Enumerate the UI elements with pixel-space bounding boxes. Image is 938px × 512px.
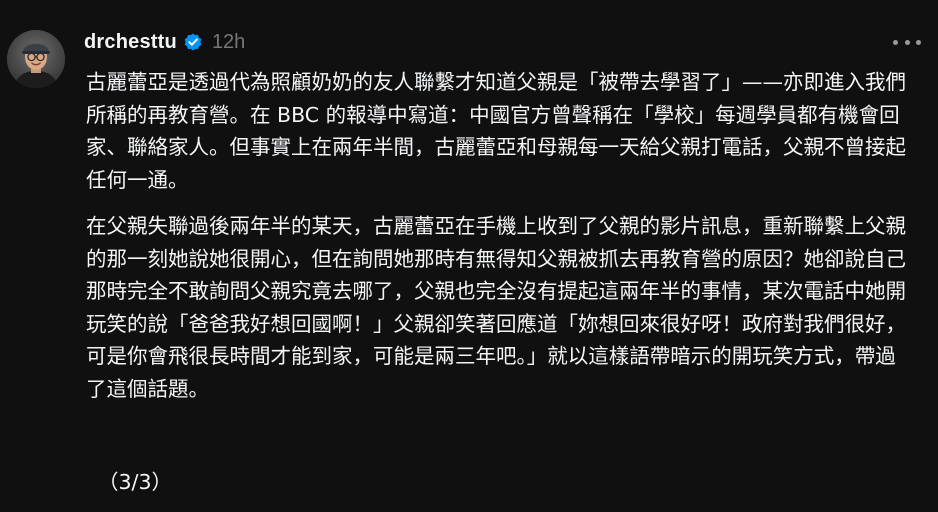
verified-badge-icon	[183, 32, 203, 52]
post-timestamp: 12h	[211, 30, 246, 53]
author-username[interactable]: drchesttu	[84, 31, 177, 54]
more-dot	[916, 39, 921, 45]
post-paragraph: 在父親失聯過後兩年半的某天，古麗蕾亞在手機上收到了父親的影片訊息，重新聯繫上父親…	[86, 214, 906, 401]
post-body: 古麗蕾亞是透過代為照顧奶奶的友人聯繫才知道父親是「被帶去學習了」——亦即進入我們…	[86, 66, 906, 419]
avatar[interactable]	[7, 30, 65, 88]
more-options-icon[interactable]	[893, 34, 921, 50]
avatar-image	[7, 30, 65, 88]
post-header: drchesttu 12h	[84, 28, 245, 56]
thread-post: drchesttu 12h 古麗蕾亞是透過代為照顧奶奶的友人聯繫才知道父親是「被…	[0, 0, 938, 512]
more-dot	[904, 39, 910, 45]
thread-page-indicator: （3/3）	[98, 470, 172, 494]
more-dot	[893, 39, 898, 45]
post-paragraph: 古麗蕾亞是透過代為照顧奶奶的友人聯繫才知道父親是「被帶去學習了」——亦即進入我們…	[86, 70, 906, 192]
